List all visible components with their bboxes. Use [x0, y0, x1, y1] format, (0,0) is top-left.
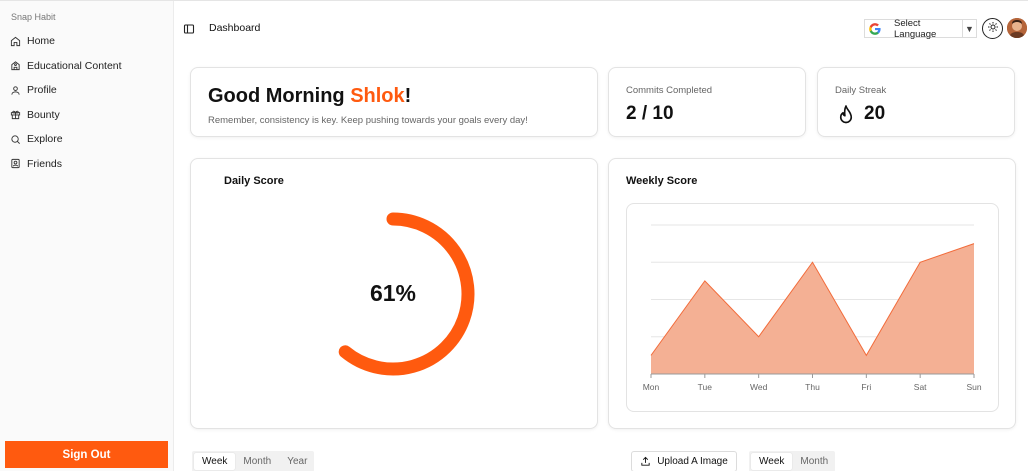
- school-icon: [10, 60, 21, 71]
- greeting-card: Good Morning Shlok! Remember, consistenc…: [190, 67, 598, 137]
- range-month-button[interactable]: Month: [235, 453, 279, 470]
- sidebar-item-label: Home: [27, 35, 56, 48]
- sidebar-item-bounty[interactable]: Bounty: [0, 103, 174, 128]
- x-tick-label: Wed: [750, 382, 768, 392]
- sign-out-button[interactable]: Sign Out: [5, 441, 168, 468]
- user-icon: [10, 85, 21, 96]
- upload-label: Upload A Image: [657, 456, 728, 467]
- sidebar-item-label: Friends: [27, 157, 63, 170]
- streak-label: Daily Streak: [835, 85, 887, 96]
- sidebar-item-friends[interactable]: Friends: [0, 152, 174, 177]
- sidebar-toggle-icon[interactable]: [183, 22, 195, 34]
- x-tick-label: Thu: [805, 382, 820, 392]
- sidebar-item-educational-content[interactable]: Educational Content: [0, 54, 174, 79]
- caret-down-icon: ▼: [962, 20, 976, 37]
- avatar[interactable]: [1007, 18, 1027, 38]
- sidebar-item-label: Profile: [27, 84, 57, 97]
- sidebar: Snap Habit Home Educational Content Prof…: [0, 1, 174, 471]
- greeting-prefix: Good Morning: [208, 85, 351, 107]
- weekly-chart-svg: Mon Tue Wed Thu Fri Sat Sun: [643, 224, 982, 392]
- range-year-button[interactable]: Year: [279, 453, 315, 470]
- upload-icon: [641, 456, 650, 466]
- x-tick-label: Tue: [698, 382, 713, 392]
- greeting-title: Good Morning Shlok!: [208, 85, 411, 108]
- commits-card: Commits Completed 2 / 10: [608, 67, 806, 137]
- sidebar-nav: Home Educational Content Profile Bounty …: [0, 29, 174, 176]
- user-name: Shlok: [350, 85, 405, 107]
- range-week-button[interactable]: Week: [194, 453, 236, 470]
- x-tick-label: Mon: [643, 382, 660, 392]
- streak-value: 20: [864, 103, 886, 124]
- app-name: Snap Habit: [11, 12, 56, 22]
- range-month-button[interactable]: Month: [792, 453, 836, 470]
- home-icon: [10, 36, 21, 47]
- sidebar-item-label: Bounty: [27, 108, 60, 121]
- greeting-subtitle: Remember, consistency is key. Keep pushi…: [208, 115, 528, 126]
- sidebar-item-explore[interactable]: Explore: [0, 127, 174, 152]
- streak-card: Daily Streak 20: [817, 67, 1015, 137]
- language-select[interactable]: Select Language ▼: [864, 17, 977, 40]
- sidebar-item-profile[interactable]: Profile: [0, 78, 174, 103]
- x-tick-label: Sun: [966, 382, 981, 392]
- weekly-score-title: Weekly Score: [626, 175, 698, 187]
- sun-icon: [987, 20, 999, 38]
- greeting-suffix: !: [404, 85, 412, 107]
- range-selector-right: Week Month: [749, 451, 835, 471]
- daily-score-percent: 61%: [369, 280, 417, 306]
- contact-icon: [10, 158, 21, 169]
- range-week-button[interactable]: Week: [751, 453, 793, 470]
- weekly-score-chart: Mon Tue Wed Thu Fri Sat Sun: [626, 203, 999, 412]
- commits-value: 2 / 10: [626, 103, 674, 124]
- gift-icon: [10, 109, 21, 120]
- x-tick-label: Sat: [914, 382, 927, 392]
- theme-toggle-button[interactable]: [982, 18, 1003, 39]
- search-icon: [10, 134, 21, 145]
- range-selector-left: Week Month Year: [192, 451, 314, 471]
- flame-icon: [837, 104, 855, 126]
- sidebar-item-label: Educational Content: [27, 59, 122, 72]
- sidebar-item-label: Explore: [27, 133, 63, 146]
- weekly-score-card: Weekly Score Mon Tue Wed Thu Fri Sat Sun: [608, 158, 1016, 429]
- sidebar-item-home[interactable]: Home: [0, 29, 174, 54]
- daily-score-title: Daily Score: [224, 175, 284, 187]
- page-title: Dashboard: [209, 22, 261, 34]
- google-icon: [868, 22, 882, 36]
- upload-image-button[interactable]: Upload A Image: [631, 451, 737, 471]
- commits-label: Commits Completed: [626, 85, 713, 96]
- language-label: Select Language: [894, 17, 937, 40]
- x-tick-label: Fri: [861, 382, 871, 392]
- daily-score-card: Daily Score 61%: [190, 158, 598, 429]
